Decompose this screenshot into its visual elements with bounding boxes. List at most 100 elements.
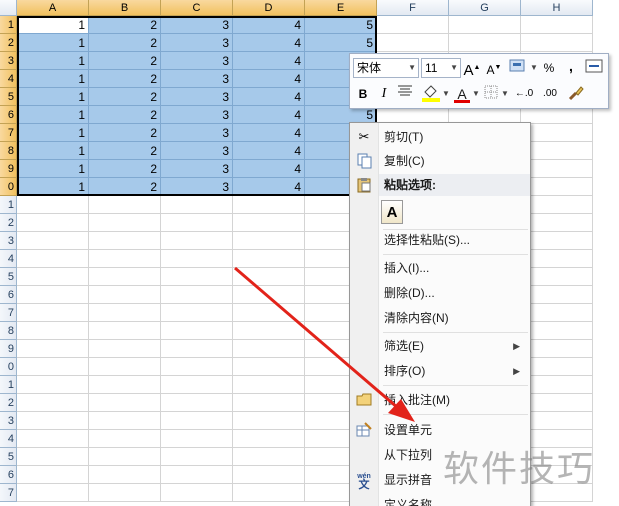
cell-d[interactable]	[233, 448, 305, 466]
cell-c[interactable]	[161, 430, 233, 448]
cell-b[interactable]	[89, 466, 161, 484]
cell-c[interactable]: 3	[161, 142, 233, 160]
cell-h[interactable]	[521, 376, 593, 394]
cell-h[interactable]	[521, 232, 593, 250]
row-header[interactable]: 7	[0, 484, 17, 502]
row-header[interactable]: 8	[0, 142, 17, 160]
column-header-h[interactable]: H	[521, 0, 593, 16]
cell-b[interactable]	[89, 196, 161, 214]
row-header[interactable]: 6	[0, 106, 17, 124]
cell-d[interactable]: 4	[233, 52, 305, 70]
cell-b[interactable]	[89, 232, 161, 250]
cell-a[interactable]	[17, 214, 89, 232]
cell-b[interactable]: 2	[89, 124, 161, 142]
cell-h[interactable]	[521, 358, 593, 376]
cell-b[interactable]: 2	[89, 142, 161, 160]
cell-b[interactable]	[89, 340, 161, 358]
cell-a[interactable]: 1	[17, 16, 89, 34]
cell-d[interactable]	[233, 304, 305, 322]
cell-a[interactable]: 1	[17, 106, 89, 124]
cell-b[interactable]	[89, 214, 161, 232]
cell-g[interactable]	[449, 34, 521, 52]
column-header-g[interactable]: G	[449, 0, 521, 16]
cell-c[interactable]	[161, 412, 233, 430]
fill-color-button[interactable]	[420, 84, 442, 104]
row-header[interactable]: 7	[0, 124, 17, 142]
cell-a[interactable]	[17, 430, 89, 448]
row-header[interactable]: 3	[0, 52, 17, 70]
menu-item-format-cells[interactable]: 设置单元	[350, 419, 530, 441]
cell-c[interactable]: 3	[161, 16, 233, 34]
row-header[interactable]: 0	[0, 178, 17, 196]
cell-c[interactable]: 3	[161, 160, 233, 178]
cell-a[interactable]	[17, 412, 89, 430]
cell-d[interactable]	[233, 340, 305, 358]
cell-h[interactable]	[521, 412, 593, 430]
cell-h[interactable]	[521, 142, 593, 160]
cell-c[interactable]	[161, 250, 233, 268]
cell-c[interactable]	[161, 394, 233, 412]
column-header-a[interactable]: A	[17, 0, 89, 16]
cell-d[interactable]	[233, 430, 305, 448]
increase-decimal-button[interactable]: ←.0	[512, 84, 536, 104]
cell-h[interactable]	[521, 160, 593, 178]
menu-item-clear-contents[interactable]: 清除内容(N)	[350, 307, 530, 329]
cell-d[interactable]	[233, 394, 305, 412]
cell-b[interactable]: 2	[89, 16, 161, 34]
cell-c[interactable]	[161, 304, 233, 322]
cell-a[interactable]	[17, 250, 89, 268]
cell-f[interactable]	[377, 34, 449, 52]
cell-a[interactable]	[17, 376, 89, 394]
cell-h[interactable]	[521, 268, 593, 286]
cell-d[interactable]	[233, 358, 305, 376]
cell-b[interactable]	[89, 322, 161, 340]
cell-b[interactable]: 2	[89, 178, 161, 196]
cell-c[interactable]	[161, 484, 233, 502]
cell-b[interactable]: 2	[89, 160, 161, 178]
row-header[interactable]: 3	[0, 232, 17, 250]
cell-h[interactable]	[521, 340, 593, 358]
cell-c[interactable]: 3	[161, 34, 233, 52]
cell-styles-button[interactable]	[507, 58, 529, 78]
row-header[interactable]: 7	[0, 304, 17, 322]
row-header[interactable]: 6	[0, 466, 17, 484]
cell-b[interactable]	[89, 430, 161, 448]
cell-b[interactable]	[89, 448, 161, 466]
font-color-button[interactable]: A	[453, 84, 471, 104]
cell-d[interactable]	[233, 232, 305, 250]
cell-h[interactable]	[521, 214, 593, 232]
cell-h[interactable]	[521, 16, 593, 34]
cell-d[interactable]: 4	[233, 88, 305, 106]
cell-d[interactable]	[233, 412, 305, 430]
cell-d[interactable]	[233, 376, 305, 394]
cell-e[interactable]: 5	[305, 34, 377, 52]
cell-e[interactable]: 5	[305, 16, 377, 34]
cell-h[interactable]	[521, 196, 593, 214]
cell-a[interactable]	[17, 340, 89, 358]
cell-d[interactable]: 4	[233, 106, 305, 124]
grow-font-button[interactable]: A▲	[463, 58, 481, 79]
cell-g[interactable]	[449, 16, 521, 34]
cell-h[interactable]	[521, 250, 593, 268]
row-header[interactable]: 6	[0, 286, 17, 304]
cell-f[interactable]	[377, 16, 449, 34]
cell-d[interactable]	[233, 484, 305, 502]
cell-a[interactable]: 1	[17, 52, 89, 70]
cell-d[interactable]: 4	[233, 178, 305, 196]
font-size-select[interactable]: 11 ▼	[421, 58, 461, 78]
row-header[interactable]: 1	[0, 376, 17, 394]
cell-h[interactable]	[521, 124, 593, 142]
cell-b[interactable]: 2	[89, 88, 161, 106]
menu-item-insert-comment[interactable]: 插入批注(M)	[350, 389, 530, 411]
cell-a[interactable]	[17, 268, 89, 286]
menu-item-copy[interactable]: 复制(C)	[350, 150, 530, 172]
cell-d[interactable]	[233, 286, 305, 304]
align-center-button[interactable]	[396, 84, 414, 104]
shrink-font-button[interactable]: A▼	[485, 58, 503, 78]
cell-b[interactable]: 2	[89, 106, 161, 124]
row-header[interactable]: 1	[0, 16, 17, 34]
cell-c[interactable]: 3	[161, 88, 233, 106]
cell-a[interactable]: 1	[17, 124, 89, 142]
decrease-decimal-button[interactable]: .00	[538, 84, 562, 104]
menu-item-paste-special[interactable]: 选择性粘贴(S)...	[350, 229, 530, 251]
